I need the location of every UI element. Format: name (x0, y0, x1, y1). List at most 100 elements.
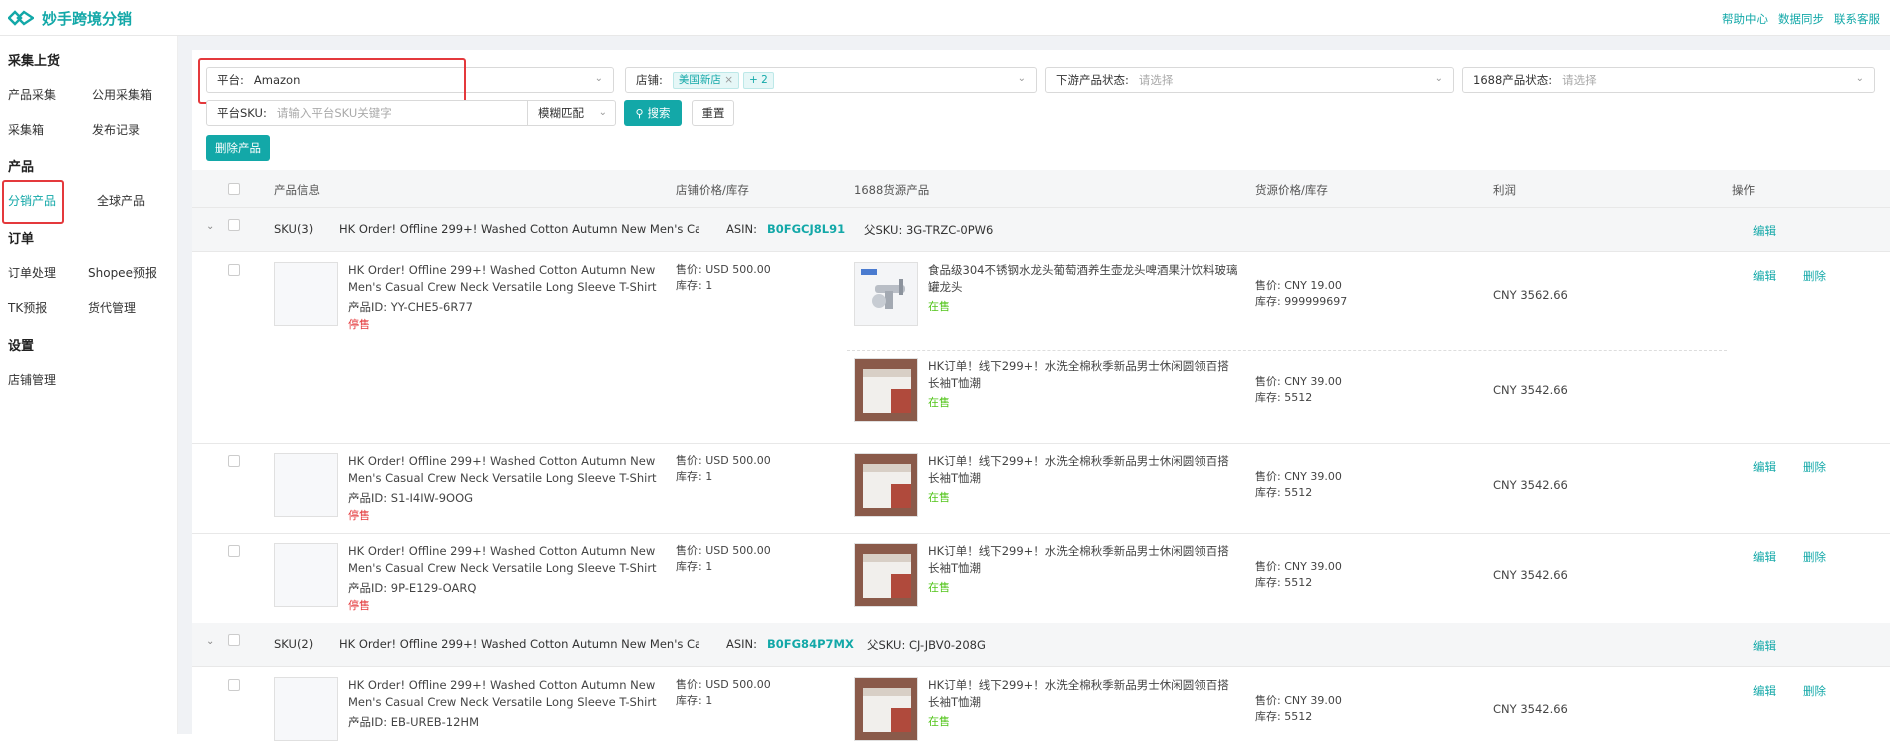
close-icon[interactable]: × (724, 74, 733, 86)
row-checkbox[interactable] (228, 634, 240, 646)
delete-button[interactable]: 删除 (1803, 683, 1826, 699)
chevron-down-icon[interactable]: ⌄ (206, 636, 214, 647)
source-stock: 库存: 5512 (1255, 710, 1313, 723)
product-id: 产品ID: 9P-E129-OARQ (348, 581, 477, 595)
source-price: 售价: CNY 39.00 (1255, 375, 1342, 388)
sidebar-section-products: 产品 (8, 160, 35, 175)
source-shirt-image (854, 543, 918, 607)
sidebar-item-tk-forecast[interactable]: TK预报 (8, 299, 47, 316)
edit-button[interactable]: 编辑 (1753, 683, 1776, 699)
select-all-checkbox[interactable] (228, 183, 240, 195)
edit-button[interactable]: 编辑 (1753, 459, 1776, 475)
chevron-down-icon[interactable]: ⌄ (206, 221, 214, 232)
source-title[interactable]: HK订单！线下299+！水洗全棉秋季新品男士休闲圆领百搭长袖T恤潮 (928, 358, 1238, 392)
row-divider (192, 443, 1890, 444)
main-area: 平台: Amazon ⌄ 店铺: 美国新店 × + 2 ⌄ 下游产品状态: 请选… (178, 36, 1890, 741)
shop-select[interactable]: 店铺: 美国新店 × + 2 ⌄ (625, 67, 1037, 93)
group-sku-count: SKU(2) (274, 637, 314, 651)
status-1688-placeholder: 请选择 (1562, 73, 1597, 87)
match-mode-select[interactable]: 模糊匹配 ⌄ (527, 101, 615, 125)
asin-link[interactable]: B0FG84P7MX (767, 637, 854, 651)
group-title: HK Order! Offline 299+! Washed Cotton Au… (339, 637, 699, 651)
match-mode-value: 模糊匹配 (538, 106, 584, 120)
top-bar: 妙手跨境分销 帮助中心 数据同步 联系客服 (0, 0, 1890, 36)
highlight-box-platform (198, 58, 466, 104)
reset-button[interactable]: 重置 (692, 100, 734, 126)
contact-support-link[interactable]: 联系客服 (1834, 11, 1880, 27)
source-price: 售价: CNY 19.00 (1255, 279, 1342, 292)
sidebar-item-product-collect[interactable]: 产品采集 (8, 86, 56, 103)
sidebar-item-collect-box[interactable]: 采集箱 (8, 121, 44, 138)
edit-group-button[interactable]: 编辑 (1753, 223, 1776, 239)
sidebar-item-shop-management[interactable]: 店铺管理 (8, 371, 56, 388)
source-on-sale: 在售 (928, 581, 950, 594)
asin-link[interactable]: B0FGCJ8L91 (767, 222, 845, 236)
status-stopped: 停售 (348, 318, 370, 331)
downstream-status-label: 下游产品状态: (1056, 73, 1129, 87)
profit-value: CNY 3562.66 (1493, 288, 1568, 302)
source-stock: 库存: 5512 (1255, 391, 1313, 404)
sku-group-row: ⌄ SKU(2) HK Order! Offline 299+! Washed … (192, 623, 1890, 667)
shop-stock: 库存: 1 (676, 694, 713, 707)
product-thumbnail (274, 543, 338, 607)
shop-price: 售价: USD 500.00 (676, 263, 771, 276)
group-title: HK Order! Offline 299+! Washed Cotton Au… (339, 222, 699, 236)
chevron-down-icon: ⌄ (1855, 73, 1864, 84)
chevron-down-icon: ⌄ (1434, 73, 1443, 84)
product-thumbnail (274, 453, 338, 517)
source-title[interactable]: 食品级304不锈钢水龙头葡萄酒养生壶龙头啤酒果汁饮料玻璃罐龙头 (928, 262, 1238, 296)
shop-stock: 库存: 1 (676, 279, 713, 292)
edit-button[interactable]: 编辑 (1753, 268, 1776, 284)
source-title[interactable]: HK订单！线下299+！水洗全棉秋季新品男士休闲圆领百搭长袖T恤潮 (928, 543, 1238, 577)
th-actions: 操作 (1732, 183, 1755, 197)
source-title[interactable]: HK订单！线下299+！水洗全棉秋季新品男士休闲圆领百搭长袖T恤潮 (928, 453, 1238, 487)
source-title[interactable]: HK订单！线下299+！水洗全棉秋季新品男士休闲圆领百搭长袖T恤潮 (928, 677, 1238, 711)
search-button[interactable]: ⚲ 搜索 (624, 100, 682, 126)
highlight-box-sidebar (2, 180, 64, 224)
row-checkbox[interactable] (228, 455, 240, 467)
row-checkbox[interactable] (228, 219, 240, 231)
sidebar-item-public-collect-box[interactable]: 公用采集箱 (92, 86, 152, 103)
row-checkbox[interactable] (228, 679, 240, 691)
sidebar-item-global-products[interactable]: 全球产品 (97, 192, 145, 209)
source-on-sale: 在售 (928, 491, 950, 504)
status-stopped: 停售 (348, 509, 370, 522)
source-shirt-image (854, 358, 918, 422)
th-1688-source: 1688货源产品 (854, 183, 930, 197)
asin-label: ASIN: (726, 222, 758, 236)
source-stock: 库存: 5512 (1255, 576, 1313, 589)
table-header: 产品信息 店铺价格/库存 1688货源产品 货源价格/库存 利润 操作 (192, 170, 1890, 208)
delete-button[interactable]: 删除 (1803, 459, 1826, 475)
edit-group-button[interactable]: 编辑 (1753, 638, 1776, 654)
profit-value: CNY 3542.66 (1493, 568, 1568, 582)
row-checkbox[interactable] (228, 545, 240, 557)
help-center-link[interactable]: 帮助中心 (1722, 11, 1768, 27)
sku-input[interactable]: 请输入平台SKU关键字 (277, 105, 527, 121)
sku-label: 平台SKU: (217, 106, 267, 120)
delete-products-button[interactable]: 删除产品 (206, 135, 270, 161)
app-logo[interactable]: 妙手跨境分销 (8, 7, 132, 29)
delete-button[interactable]: 删除 (1803, 268, 1826, 284)
source-shirt-image (854, 677, 918, 741)
sidebar-item-order-processing[interactable]: 订单处理 (8, 264, 56, 281)
parent-sku: 父SKU: CJ-JBV0-208G (867, 638, 986, 652)
sidebar-item-shopee-forecast[interactable]: Shopee预报 (88, 264, 157, 281)
asin-label: ASIN: (726, 637, 758, 651)
source-price: 售价: CNY 39.00 (1255, 560, 1342, 573)
source-price: 售价: CNY 39.00 (1255, 470, 1342, 483)
edit-button[interactable]: 编辑 (1753, 549, 1776, 565)
status-1688-label: 1688产品状态: (1473, 73, 1553, 87)
status-1688-select[interactable]: 1688产品状态: 请选择 ⌄ (1462, 67, 1875, 93)
source-on-sale: 在售 (928, 396, 950, 409)
delete-button[interactable]: 删除 (1803, 549, 1826, 565)
data-sync-link[interactable]: 数据同步 (1778, 11, 1824, 27)
source-stock: 库存: 5512 (1255, 486, 1313, 499)
product-thumbnail (274, 262, 338, 326)
downstream-status-select[interactable]: 下游产品状态: 请选择 ⌄ (1045, 67, 1454, 93)
row-checkbox[interactable] (228, 264, 240, 276)
shop-label: 店铺: (636, 73, 663, 87)
parent-sku: 父SKU: 3G-TRZC-0PW6 (864, 223, 994, 237)
source-on-sale: 在售 (928, 300, 950, 313)
sidebar-item-forwarder-management[interactable]: 货代管理 (88, 299, 136, 316)
sidebar-item-publish-records[interactable]: 发布记录 (92, 121, 140, 138)
